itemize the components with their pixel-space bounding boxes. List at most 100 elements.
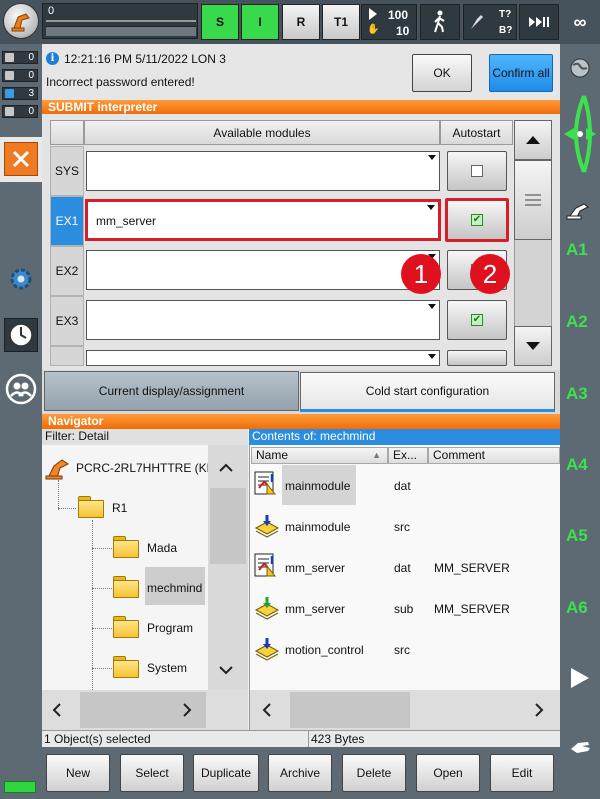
robot-interpreter-button[interactable]: R bbox=[282, 4, 320, 40]
axis-a4-button[interactable]: A4 bbox=[566, 455, 588, 475]
module-select-partial[interactable] bbox=[86, 350, 440, 366]
play-icon bbox=[368, 8, 378, 23]
file-name[interactable]: mainmodule bbox=[285, 479, 350, 493]
autostart-toggle-ex3[interactable]: ✔ bbox=[447, 300, 507, 340]
start-button[interactable] bbox=[570, 667, 590, 692]
axis-a5-button[interactable]: A5 bbox=[566, 526, 588, 546]
file-ext: dat bbox=[394, 561, 411, 575]
tree-item-program[interactable]: Program bbox=[147, 621, 193, 635]
chevron-left-icon[interactable] bbox=[262, 702, 272, 721]
gear-icon bbox=[10, 268, 32, 290]
module-select-ex2[interactable] bbox=[86, 250, 440, 290]
tree-line bbox=[92, 520, 93, 690]
autostart-header: Autostart bbox=[440, 120, 513, 145]
tree-line bbox=[92, 668, 112, 669]
motion-type-button[interactable] bbox=[519, 4, 559, 40]
module-select-ex3[interactable] bbox=[86, 300, 440, 340]
warning-count[interactable]: 0 bbox=[2, 69, 38, 82]
world-coordinate-button[interactable] bbox=[568, 56, 592, 83]
tab-cold-start[interactable]: Cold start configuration bbox=[300, 372, 555, 412]
settings-button[interactable] bbox=[4, 262, 38, 296]
robot-logo-icon bbox=[11, 13, 30, 32]
sort-ascending-icon: ▲ bbox=[372, 450, 381, 460]
info-icon: i bbox=[46, 52, 59, 65]
override-box[interactable]: 100 ✋ 10 bbox=[361, 4, 417, 40]
file-hscroll-thumb[interactable] bbox=[290, 692, 410, 728]
ok-button[interactable]: OK bbox=[412, 54, 472, 92]
user-group-button[interactable] bbox=[4, 372, 38, 406]
jog-axis-control[interactable] bbox=[562, 90, 598, 178]
tree-vscroll-thumb[interactable] bbox=[210, 488, 246, 564]
tree-item-r1[interactable]: R1 bbox=[112, 501, 127, 515]
close-window-button[interactable] bbox=[4, 142, 38, 176]
message-timestamp: 12:21:16 PM 5/11/2022 LON 3 bbox=[64, 52, 226, 66]
open-button[interactable]: Open bbox=[416, 754, 480, 792]
archive-button[interactable]: Archive bbox=[268, 754, 332, 792]
chevron-down-icon[interactable] bbox=[218, 664, 234, 678]
tree-item-mada[interactable]: Mada bbox=[147, 541, 177, 555]
module-select-sys[interactable] bbox=[86, 151, 440, 191]
navigator-title: Navigator bbox=[42, 414, 560, 429]
folder-icon bbox=[113, 536, 139, 558]
chevron-right-icon[interactable] bbox=[182, 702, 192, 721]
hand-guide-button[interactable] bbox=[568, 737, 592, 760]
step-badge-2: 2 bbox=[470, 254, 510, 294]
tree-line bbox=[58, 480, 59, 510]
file-name[interactable]: mm_server bbox=[285, 602, 345, 616]
tree-item-system[interactable]: System bbox=[147, 661, 187, 675]
error-count[interactable]: 0 bbox=[2, 51, 38, 64]
module-select-ex1[interactable]: mm_server bbox=[85, 199, 441, 241]
dialog-count[interactable]: 0 bbox=[2, 105, 38, 118]
tree-vscrollbar[interactable] bbox=[208, 445, 248, 690]
drives-status-button[interactable]: I bbox=[241, 4, 279, 40]
row-label-partial bbox=[50, 346, 84, 366]
axis-a6-button[interactable]: A6 bbox=[566, 598, 588, 618]
axis-a1-button[interactable]: A1 bbox=[566, 240, 588, 260]
tree-item-root[interactable]: PCRC-2RL7HHTTRE (KRC bbox=[76, 461, 224, 475]
submit-status-button[interactable]: S bbox=[201, 4, 239, 40]
info-count[interactable]: 3 bbox=[2, 87, 38, 100]
new-button[interactable]: New bbox=[46, 754, 110, 792]
autostart-checkbox-ex1: ✔ bbox=[471, 214, 483, 226]
chevron-right-icon[interactable] bbox=[534, 702, 544, 721]
error-msg-icon bbox=[5, 53, 14, 62]
row-label-sys: SYS bbox=[50, 146, 84, 196]
chevron-left-icon[interactable] bbox=[52, 702, 62, 721]
scroll-up-button[interactable] bbox=[514, 120, 552, 160]
duplicate-button[interactable]: Duplicate bbox=[193, 754, 259, 792]
clock-button[interactable] bbox=[4, 318, 38, 352]
sub-file-icon bbox=[253, 594, 281, 622]
file-name[interactable]: mm_server bbox=[285, 561, 345, 575]
column-name-header[interactable]: Name ▲ bbox=[251, 447, 388, 464]
row-header-corner bbox=[50, 120, 84, 145]
column-comment-header[interactable]: Comment bbox=[428, 447, 560, 464]
incremental-mode-indicator[interactable]: ∞ bbox=[562, 4, 598, 40]
autostart-toggle-partial[interactable] bbox=[447, 350, 507, 366]
main-menu-button[interactable] bbox=[3, 3, 39, 39]
autostart-toggle-ex1[interactable]: ✔ bbox=[445, 198, 509, 242]
tool-base-box[interactable]: T? B? bbox=[463, 4, 517, 40]
robot-arm-button[interactable] bbox=[566, 198, 592, 223]
column-ext-header[interactable]: Ex... bbox=[388, 447, 428, 464]
select-button[interactable]: Select bbox=[120, 754, 184, 792]
confirm-all-button[interactable]: Confirm all bbox=[489, 54, 553, 92]
scroll-down-button[interactable] bbox=[514, 326, 552, 366]
edit-button[interactable]: Edit bbox=[490, 754, 554, 792]
scroll-thumb[interactable] bbox=[514, 160, 552, 240]
jog-mode-button[interactable] bbox=[420, 4, 460, 40]
axis-a2-button[interactable]: A2 bbox=[566, 312, 588, 332]
autostart-toggle-sys[interactable] bbox=[447, 151, 507, 191]
chevron-up-icon[interactable] bbox=[218, 462, 234, 476]
tab-current-display[interactable]: Current display/assignment bbox=[44, 371, 299, 411]
operating-mode-button[interactable]: T1 bbox=[322, 4, 360, 40]
file-name[interactable]: mainmodule bbox=[285, 520, 350, 534]
folder-open-icon bbox=[113, 576, 139, 598]
src-file-icon bbox=[253, 512, 281, 540]
delete-button[interactable]: Delete bbox=[342, 754, 406, 792]
file-ext: dat bbox=[394, 479, 411, 493]
file-name[interactable]: motion_control bbox=[285, 643, 364, 657]
dropdown-arrow-icon bbox=[428, 304, 436, 309]
axis-a3-button[interactable]: A3 bbox=[566, 384, 588, 404]
dropdown-arrow-icon bbox=[428, 354, 436, 359]
tree-item-mechmind[interactable]: mechmind bbox=[147, 581, 202, 595]
